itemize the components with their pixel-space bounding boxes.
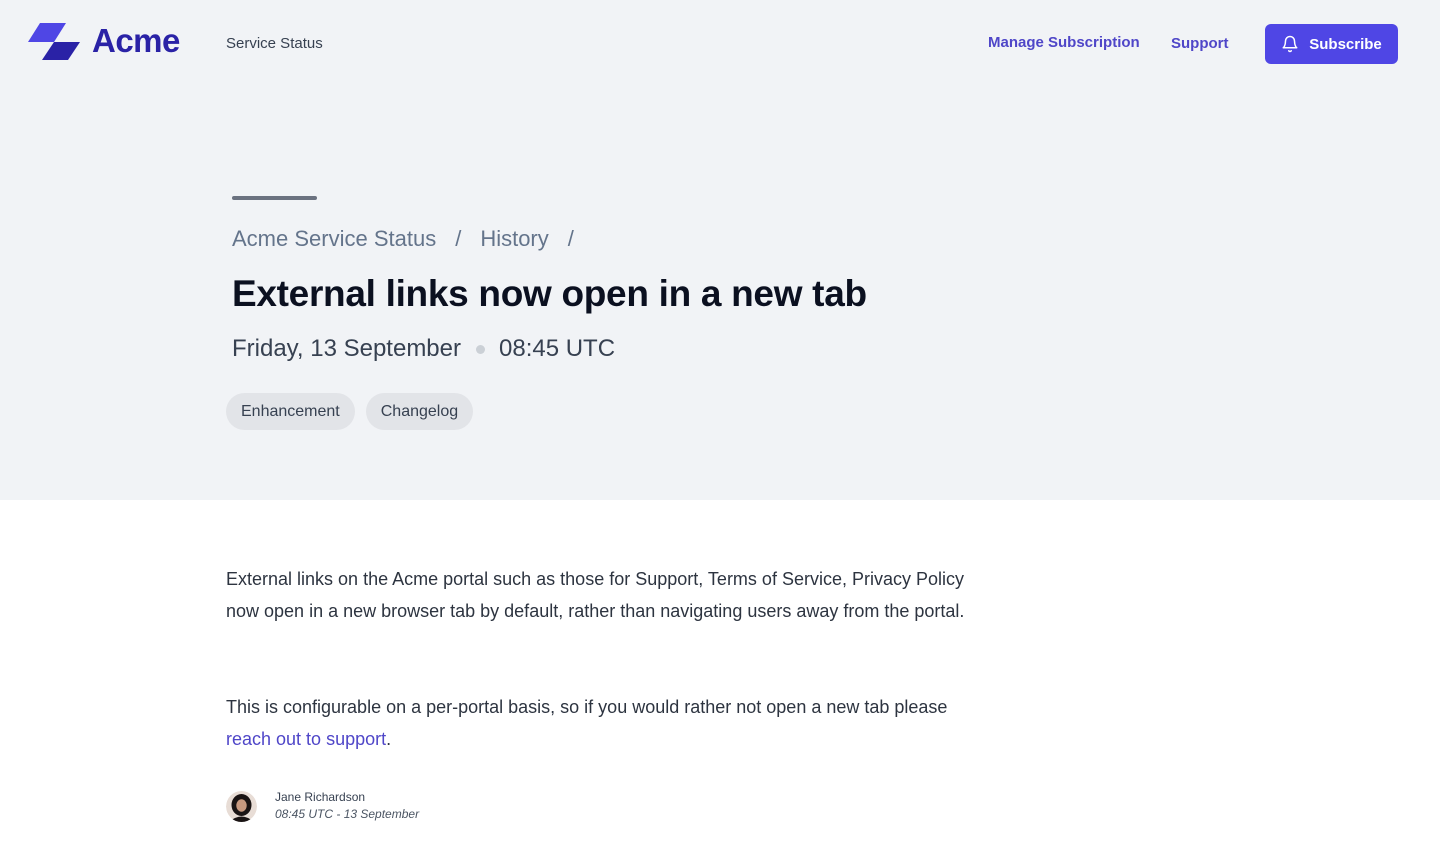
reach-out-to-support-link[interactable]: reach out to support (226, 729, 386, 749)
breadcrumb-separator: / (567, 226, 574, 251)
author-name: Jane Richardson (275, 790, 366, 804)
subscribe-label: Subscribe (1309, 35, 1382, 53)
breadcrumb-separator: / (455, 226, 462, 251)
post-time: 08:45 UTC (499, 335, 616, 362)
breadcrumb-item-service-status[interactable]: Acme Service Status (232, 226, 436, 252)
brand-name: Acme (92, 22, 180, 59)
manage-subscription-link[interactable]: Manage Subscription (988, 34, 1140, 51)
tag-list: Enhancement Changelog (226, 393, 484, 430)
paragraph-text: This is configurable on a per-portal bas… (226, 697, 948, 717)
breadcrumb: Acme Service Status / History / (232, 226, 593, 252)
author-timestamp: 08:45 UTC - 13 September (275, 807, 420, 821)
tag-enhancement[interactable]: Enhancement (226, 393, 355, 430)
brand-logo[interactable]: Acme (28, 22, 180, 60)
subscribe-button[interactable]: Subscribe (1265, 24, 1398, 64)
acme-logo-icon (28, 22, 80, 60)
support-link[interactable]: Support (1171, 35, 1229, 52)
post-paragraph: External links on the Acme portal such a… (226, 569, 965, 621)
service-status-label: Service Status (226, 35, 323, 52)
author-info: Jane Richardson 08:45 UTC - 13 September (275, 789, 419, 823)
tag-changelog[interactable]: Changelog (365, 393, 474, 430)
hero-section: Acme Service Status Manage Subscription … (0, 0, 1440, 500)
page-title: External links now open in a new tab (232, 273, 867, 314)
meta-separator-dot (476, 344, 485, 354)
post-meta: Friday, 13 September 08:45 UTC (232, 335, 615, 363)
breadcrumb-item-history[interactable]: History (480, 226, 548, 252)
avatar (226, 790, 257, 822)
paragraph-text: . (386, 729, 392, 749)
bell-icon (1282, 35, 1298, 53)
post-date: Friday, 13 September (232, 335, 461, 362)
title-accent-rule (232, 196, 317, 200)
author-byline: Jane Richardson 08:45 UTC - 13 September (226, 789, 419, 823)
post-paragraph: This is configurable on a per-portal bas… (226, 691, 971, 755)
